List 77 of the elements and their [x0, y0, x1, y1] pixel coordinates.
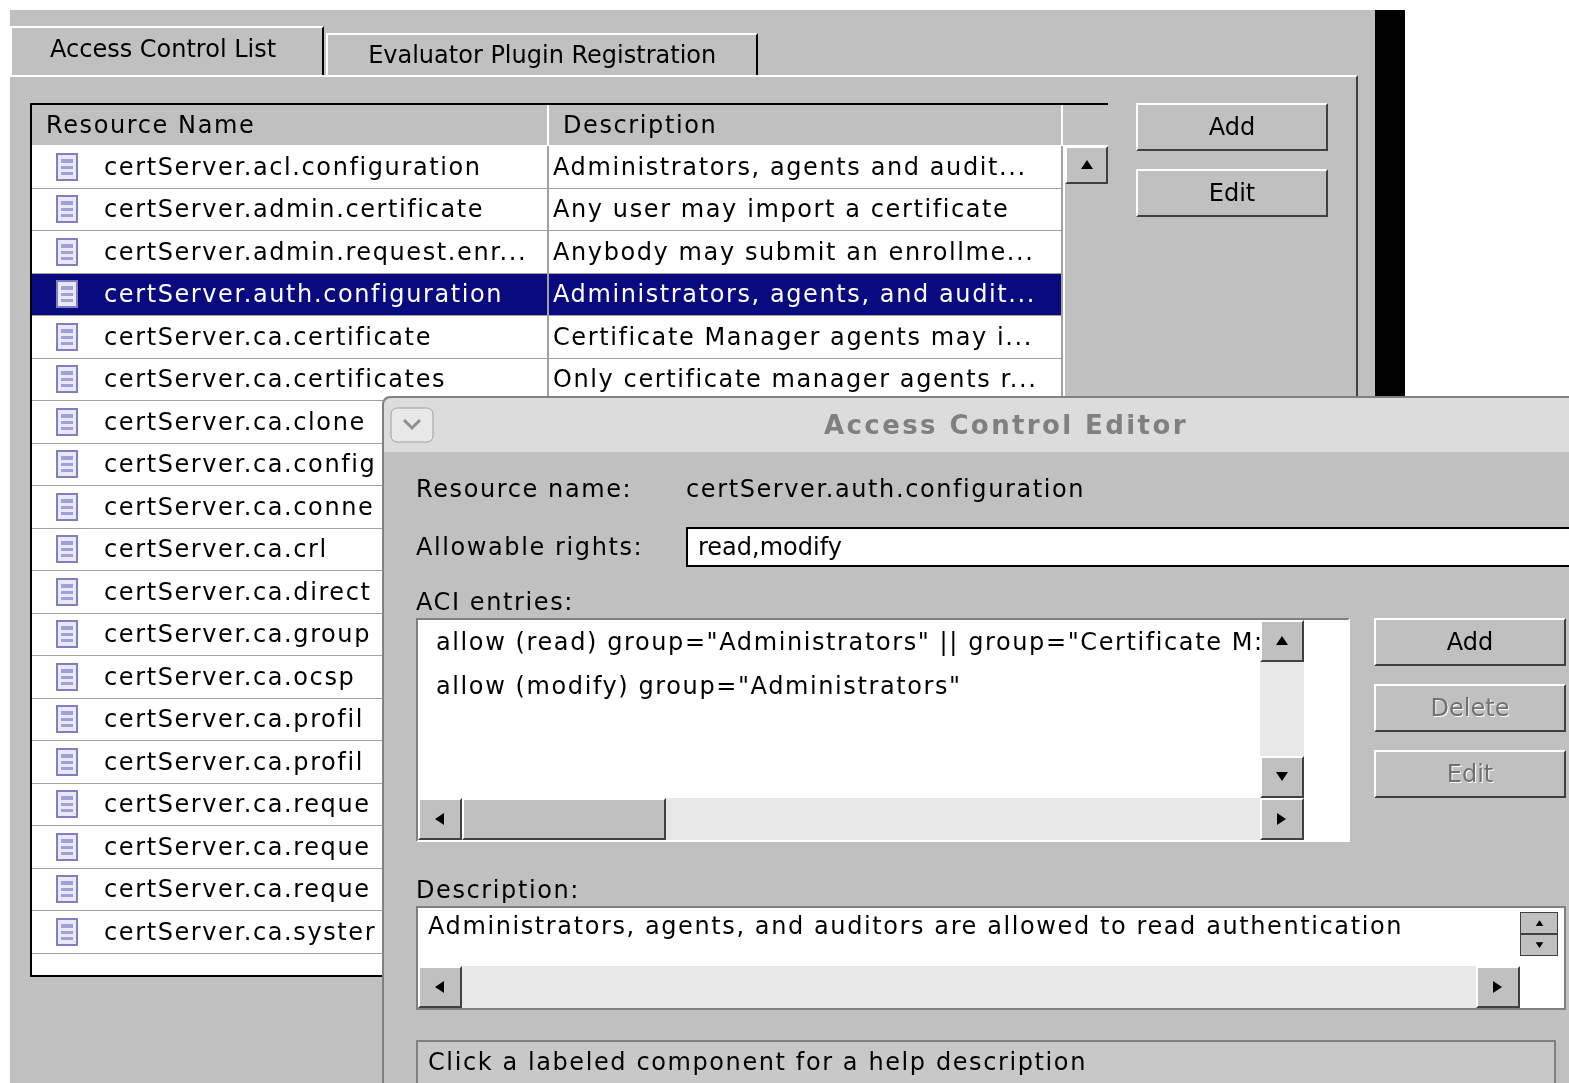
document-icon [56, 832, 78, 861]
column-header[interactable]: Resource Name [32, 105, 549, 145]
document-icon [56, 152, 78, 181]
table-row[interactable]: certServer.auth.configuration Administrators, agents, and audit... [32, 273, 1063, 316]
scrollbar[interactable] [418, 798, 1304, 840]
table-row[interactable]: certServer.admin.certificate Any user may import a certificate [32, 188, 1063, 231]
field-label: Allowable rights: [416, 533, 645, 561]
tab[interactable]: Access Control List [10, 26, 325, 75]
resource-name: certServer.ca.reque [104, 832, 371, 861]
resource-name: certServer.ca.config [104, 450, 377, 479]
window-title: Access Control Editor [824, 410, 1188, 440]
document-icon [56, 577, 78, 606]
resource-name: certServer.ca.profil [104, 747, 364, 776]
resource-name: certServer.ca.ocsp [104, 662, 356, 691]
document-icon [56, 917, 78, 946]
rights-input[interactable]: read,modify [686, 527, 1569, 567]
resource-name: certServer.acl.configuration [104, 152, 482, 181]
table-row[interactable]: certServer.ca.certificate Certificate Manager agents may i... [32, 316, 1063, 359]
resource-name: certServer.ca.direct [104, 577, 372, 606]
arrow-left-icon[interactable] [433, 980, 447, 994]
document-icon [56, 237, 78, 266]
arrow-down-icon[interactable] [1534, 940, 1544, 950]
document-icon [56, 492, 78, 521]
document-icon [56, 705, 78, 734]
document-icon [56, 322, 78, 351]
document-icon [56, 875, 78, 904]
description-box[interactable]: Administrators, agents, and auditors are allowed to read authentication [416, 906, 1566, 1010]
table-row[interactable]: certServer.acl.configuration Administrators, agents and audit... [32, 146, 1063, 189]
resource-name: certServer.auth.configuration [104, 280, 504, 309]
document-icon [56, 535, 78, 564]
arrow-up-icon[interactable] [1079, 158, 1094, 172]
section-label: ACI entries: [416, 588, 575, 618]
section-label: Description: [416, 876, 581, 906]
resource-name: certServer.ca.syster [104, 917, 377, 946]
tab[interactable]: Evaluator Plugin Registration [326, 33, 759, 75]
resource-description: Certificate Manager agents may i... [553, 322, 1034, 351]
arrow-up-icon[interactable] [1534, 918, 1544, 928]
resource-name: certServer.admin.request.enr... [104, 237, 528, 266]
document-icon [56, 280, 78, 309]
document-icon [56, 662, 78, 691]
resource-name: certServer.ca.profil [104, 705, 364, 734]
resource-name: certServer.ca.certificate [104, 322, 432, 351]
document-icon [56, 620, 78, 649]
help-text: Click a labeled component for a help description [416, 1040, 1556, 1083]
field-label: Resource name: [416, 475, 634, 503]
aci-entry[interactable]: allow (modify) group="Administrators" [436, 672, 1260, 716]
resource-description: Only certificate manager agents r... [553, 365, 1038, 394]
arrow-left-icon[interactable] [433, 812, 447, 826]
resource-description: Anybody may submit an enrollme... [553, 237, 1035, 266]
document-icon [56, 195, 78, 224]
side-button[interactable]: Add [1136, 103, 1328, 151]
resource-description: Any user may import a certificate [553, 195, 1010, 224]
resource-name-value: certServer.auth.configuration [686, 475, 1086, 503]
resource-name: certServer.ca.conne [104, 492, 375, 521]
document-icon [56, 450, 78, 479]
document-icon [56, 747, 78, 776]
arrow-up-icon[interactable] [1275, 634, 1289, 648]
table-row[interactable]: certServer.admin.request.enr... Anybody may submit an enrollme... [32, 231, 1063, 274]
resource-description: Administrators, agents and audit... [553, 152, 1027, 181]
column-header[interactable]: Description [549, 105, 1063, 145]
document-icon [56, 407, 78, 436]
scrollbar[interactable] [418, 966, 1520, 1008]
resource-name: certServer.ca.clone [104, 407, 366, 436]
resource-name: certServer.ca.group [104, 620, 371, 649]
dialog-button[interactable]: Add [1374, 618, 1566, 666]
side-button[interactable]: Edit [1136, 169, 1328, 217]
resource-name: certServer.ca.crl [104, 535, 328, 564]
resource-name: certServer.ca.certificates [104, 365, 447, 394]
resource-description: Administrators, agents, and audit... [553, 280, 1036, 309]
window-menu-icon[interactable] [390, 407, 434, 443]
resource-name: certServer.admin.certificate [104, 195, 485, 224]
resource-name: certServer.ca.reque [104, 790, 371, 819]
description-text: Administrators, agents, and auditors are allowed to read authentication [427, 911, 1405, 942]
resource-name: certServer.ca.reque [104, 875, 371, 904]
document-icon [56, 365, 78, 394]
document-icon [56, 790, 78, 819]
scrollbar[interactable] [1260, 620, 1304, 798]
